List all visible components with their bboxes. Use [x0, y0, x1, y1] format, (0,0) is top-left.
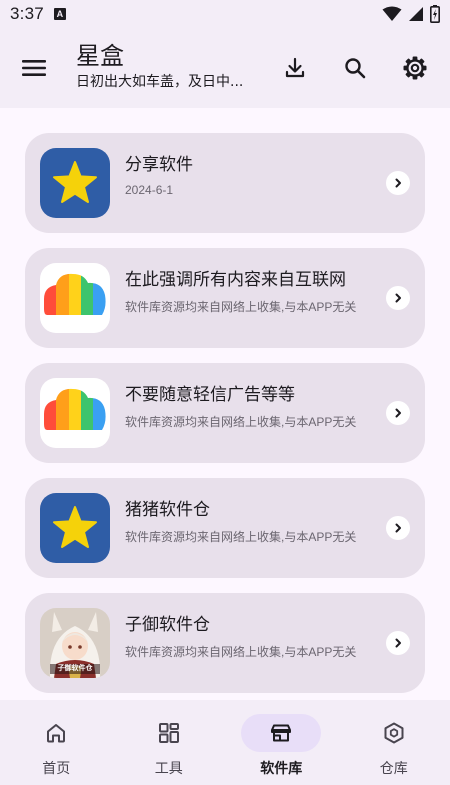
star-app-icon	[40, 493, 110, 563]
status-indicators	[382, 5, 440, 23]
search-icon	[345, 58, 366, 79]
gear-icon	[403, 56, 427, 80]
menu-button[interactable]	[14, 50, 54, 86]
nav-label: 工具	[154, 760, 183, 776]
nav-item-home[interactable]: 首页	[0, 700, 113, 785]
icon-caption: 子御软件仓	[57, 665, 93, 672]
download-icon	[285, 57, 305, 78]
item-title: 不要随意轻信广告等等	[125, 385, 295, 404]
item-subtitle: 软件库资源均来自网络上收集,与本APP无关	[125, 530, 357, 544]
list-item[interactable]: 子御软件仓 子御软件仓 软件库资源均来自网络上收集,与本APP无关	[25, 593, 425, 693]
software-list: 分享软件 2024-6-1 在此强调所有内容来自互联网 软件库资源均来自网络上收…	[25, 133, 425, 708]
nav-item-tools[interactable]: 工具	[113, 700, 226, 785]
title-block: 星盒 日初出大如车盖，及日中...	[76, 42, 276, 92]
list-item[interactable]: 分享软件 2024-6-1	[25, 133, 425, 233]
item-subtitle: 软件库资源均来自网络上收集,与本APP无关	[125, 300, 357, 314]
item-subtitle: 2024-6-1	[125, 183, 174, 197]
item-title: 子御软件仓	[125, 615, 210, 634]
wifi-icon	[382, 6, 402, 21]
home-icon	[47, 724, 66, 743]
store-icon	[271, 724, 292, 742]
item-title: 在此强调所有内容来自互联网	[125, 270, 346, 289]
signal-icon	[409, 7, 423, 21]
nav-item-warehouse[interactable]: 仓库	[338, 700, 450, 785]
hamburger-menu-icon	[22, 60, 46, 76]
app-title: 星盒	[76, 43, 124, 70]
settings-button[interactable]	[395, 48, 435, 88]
app-subtitle: 日初出大如车盖，及日中...	[76, 74, 244, 90]
status-bar: 3:37 A	[0, 0, 450, 28]
item-subtitle: 软件库资源均来自网络上收集,与本APP无关	[125, 645, 357, 659]
list-item[interactable]: 在此强调所有内容来自互联网 软件库资源均来自网络上收集,与本APP无关	[25, 248, 425, 348]
nav-item-software-library[interactable]: 软件库	[225, 700, 338, 785]
search-button[interactable]	[335, 48, 375, 88]
item-title: 分享软件	[125, 155, 193, 174]
bottom-navigation: 首页 工具 软件库 仓库	[0, 700, 450, 785]
battery-icon	[430, 5, 440, 23]
chevron-right-icon	[395, 638, 401, 648]
nav-pill	[16, 714, 96, 752]
star-app-icon	[40, 148, 110, 218]
open-button[interactable]	[386, 171, 410, 195]
chevron-right-icon	[395, 408, 401, 418]
chevron-right-icon	[395, 293, 401, 303]
item-subtitle: 软件库资源均来自网络上收集,与本APP无关	[125, 415, 357, 429]
open-button[interactable]	[386, 401, 410, 425]
download-button[interactable]	[275, 48, 315, 88]
nav-pill	[354, 714, 434, 752]
nav-pill	[129, 714, 209, 752]
box-icon	[384, 722, 404, 744]
nav-pill-active	[241, 714, 322, 752]
chevron-right-icon	[395, 178, 401, 188]
chevron-right-icon	[395, 523, 401, 533]
anime-avatar-icon: 子御软件仓	[40, 608, 110, 678]
rainbow-cloud-icon	[40, 263, 110, 333]
nav-label: 仓库	[379, 760, 408, 776]
open-button[interactable]	[386, 516, 410, 540]
open-button[interactable]	[386, 286, 410, 310]
list-item[interactable]: 不要随意轻信广告等等 软件库资源均来自网络上收集,与本APP无关	[25, 363, 425, 463]
status-time: 3:37	[10, 4, 44, 23]
nav-label: 首页	[42, 760, 71, 776]
app-bar: 星盒 日初出大如车盖，及日中...	[0, 28, 450, 108]
nav-label: 软件库	[260, 760, 303, 776]
grid-icon	[158, 723, 179, 743]
list-item[interactable]: 猪猪软件仓 软件库资源均来自网络上收集,与本APP无关	[25, 478, 425, 578]
open-button[interactable]	[386, 631, 410, 655]
notification-icon: A	[53, 8, 66, 20]
item-title: 猪猪软件仓	[125, 500, 210, 519]
rainbow-cloud-icon	[40, 378, 110, 448]
